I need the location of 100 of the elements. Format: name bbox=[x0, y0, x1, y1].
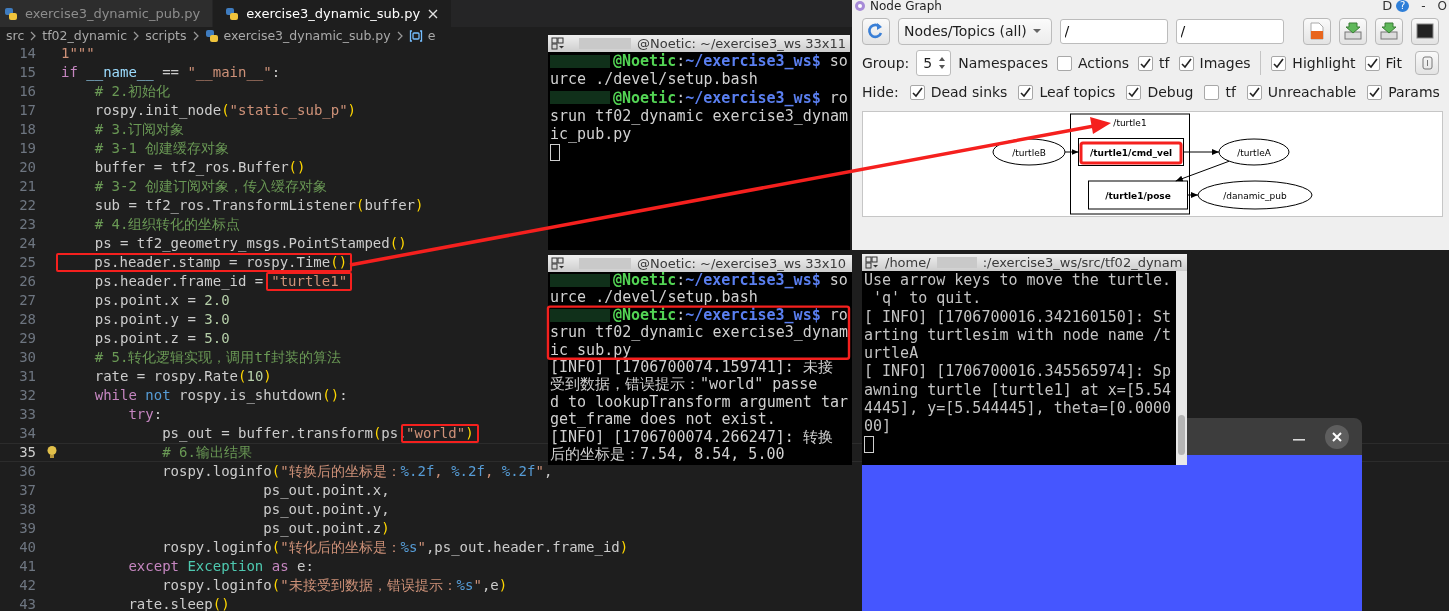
group-spinbox[interactable]: 5 bbox=[916, 50, 952, 76]
filter-dropdown[interactable]: Nodes/Topics (all) bbox=[898, 17, 1052, 45]
line-number: 19 bbox=[18, 141, 36, 156]
scrollbar-thumb[interactable] bbox=[1178, 415, 1185, 455]
terminal-line: urce ./devel/setup.bash bbox=[550, 71, 759, 88]
code-line: except Exception as e: bbox=[127, 559, 314, 574]
terminal-menu-icon[interactable] bbox=[551, 37, 565, 50]
checkbox[interactable]: Dead sinks bbox=[909, 84, 1008, 100]
code-line: while not rospy.is_shutdown(): bbox=[93, 388, 348, 403]
line-number: 29 bbox=[18, 331, 36, 346]
page-icon bbox=[1420, 56, 1434, 70]
chevron-icon bbox=[132, 30, 141, 41]
window-title: @Noetic: ~/exercise3_ws 33x10 bbox=[637, 256, 847, 271]
terminal-line: [INFO] [1706700074.159741]: 未接 bbox=[550, 359, 834, 375]
code-line: ps_out.point.z) bbox=[262, 521, 390, 536]
line-number: 31 bbox=[18, 369, 36, 384]
code-line: ps.point.z = 5.0 bbox=[93, 331, 230, 346]
caret-icon bbox=[1032, 29, 1041, 33]
help-button[interactable]: ? bbox=[1396, 0, 1410, 12]
code-line: ps.header.frame_id = bbox=[93, 274, 265, 289]
line-number: 26 bbox=[18, 274, 36, 289]
python-file-icon bbox=[204, 28, 219, 43]
graph-node[interactable] bbox=[1197, 180, 1313, 210]
terminal-line: srun tf02_dynamic exercise3_dynam bbox=[550, 325, 849, 341]
checkmark-icon bbox=[1365, 57, 1379, 69]
checkbox[interactable]: Images bbox=[1178, 55, 1251, 71]
breadcrumb-item[interactable]: exercise3_dynamic_sub.py bbox=[223, 28, 391, 43]
checkbox[interactable]: Actions bbox=[1056, 55, 1130, 71]
blurred-text bbox=[936, 257, 977, 268]
code-line: # 3-1 创建缓存对象 bbox=[93, 141, 230, 156]
document-icon bbox=[1308, 22, 1326, 40]
line-number: 38 bbox=[18, 502, 36, 517]
terminal-line: @Noetic:~/exercise3_ws$ ro bbox=[613, 307, 848, 323]
field-label: Namespaces bbox=[958, 55, 1048, 71]
graph-node[interactable] bbox=[992, 138, 1066, 166]
window-title: :/exercise3_ws/src/tf02_dynam bbox=[982, 255, 1183, 270]
window-button[interactable]: O bbox=[1437, 0, 1447, 12]
chevron-icon bbox=[191, 30, 200, 41]
code-line: # 2.初始化 bbox=[93, 84, 171, 99]
python-file-icon bbox=[225, 6, 240, 21]
editor-tab[interactable]: exercise3_dynamic_sub.py bbox=[213, 0, 453, 27]
checkbox[interactable]: Leaf topics bbox=[1018, 84, 1116, 100]
terminal-line: get_frame does not exist. bbox=[550, 412, 777, 428]
node-label: /turtleA bbox=[1237, 147, 1271, 158]
terminal-menu-icon[interactable] bbox=[865, 256, 879, 269]
blurred-text bbox=[550, 91, 610, 105]
blurred-text bbox=[550, 274, 610, 287]
field-label: Hide: bbox=[862, 84, 899, 100]
terminal-line: [INFO] [1706700074.266247]: 转换 bbox=[550, 429, 834, 445]
line-number: 16 bbox=[18, 84, 36, 99]
line-number: 24 bbox=[18, 236, 36, 251]
zoom-reset-button[interactable] bbox=[1415, 51, 1439, 75]
window-title: /home/ bbox=[885, 255, 931, 270]
line-number: 32 bbox=[18, 388, 36, 403]
checkbox[interactable]: Fit bbox=[1364, 55, 1402, 71]
text-cursor bbox=[550, 144, 560, 161]
checkmark-icon bbox=[1139, 57, 1153, 69]
checkbox[interactable]: Debug bbox=[1126, 84, 1194, 100]
graph-node[interactable] bbox=[1218, 138, 1290, 166]
title-button[interactable]: D bbox=[1382, 0, 1393, 12]
download-icon bbox=[1344, 22, 1362, 40]
refresh-icon bbox=[867, 22, 885, 40]
checkbox[interactable]: Highlight bbox=[1271, 55, 1356, 71]
spin-arrows-icon[interactable] bbox=[937, 56, 948, 70]
code-line: # 6.输出结果 bbox=[161, 445, 252, 460]
topic-node[interactable] bbox=[1088, 180, 1188, 210]
checkbox[interactable]: Unreachable bbox=[1246, 84, 1357, 100]
checkbox[interactable]: Params bbox=[1367, 84, 1440, 100]
refresh-button[interactable] bbox=[862, 17, 890, 45]
line-number: 22 bbox=[18, 198, 36, 213]
code-line: if __name__ == "__main__": bbox=[61, 65, 281, 80]
topic-field[interactable]: / bbox=[1175, 18, 1284, 44]
terminal-line: urtleA bbox=[864, 345, 920, 362]
window-title: Node Graph bbox=[870, 0, 942, 12]
close-icon[interactable] bbox=[1325, 424, 1349, 449]
breadcrumb-item[interactable]: tf02_dynamic bbox=[42, 28, 128, 43]
code-line: # 5.转化逻辑实现，调用tf封装的算法 bbox=[93, 350, 342, 365]
breadcrumb-item[interactable]: scripts bbox=[145, 28, 187, 43]
scrollbar[interactable] bbox=[1176, 271, 1187, 465]
line-number: 27 bbox=[18, 293, 36, 308]
code-line: ps_out.point.x, bbox=[262, 483, 390, 498]
breadcrumb-item[interactable]: e bbox=[427, 28, 436, 43]
code-line: rate = rospy.Rate(10) bbox=[93, 369, 272, 384]
breadcrumb-item[interactable]: src bbox=[6, 28, 25, 43]
close-icon[interactable] bbox=[427, 7, 440, 20]
terminal-line: Use arrow keys to move the turtle. bbox=[864, 272, 1173, 288]
terminal-menu-icon[interactable] bbox=[551, 257, 565, 270]
line-number: 34 bbox=[18, 426, 36, 441]
editor-tab[interactable]: exercise3_dynamic_pub.py bbox=[0, 0, 214, 27]
line-number: 30 bbox=[18, 350, 36, 365]
toolbar-button[interactable] bbox=[1411, 17, 1439, 45]
namespace-field[interactable]: / bbox=[1059, 18, 1168, 44]
window-button[interactable]: - bbox=[1421, 0, 1426, 12]
code-line: rospy.loginfo("转换后的坐标是：%.2f, %.2f, %.2f", bbox=[161, 464, 553, 479]
line-number: 17 bbox=[18, 103, 36, 118]
code-line: buffer = tf2_ros.Buffer() bbox=[93, 160, 306, 175]
line-number: 39 bbox=[18, 521, 36, 536]
annotated-code: "world") bbox=[401, 424, 479, 443]
checkmark-icon bbox=[1127, 86, 1141, 98]
lightbulb-icon[interactable] bbox=[46, 445, 58, 459]
